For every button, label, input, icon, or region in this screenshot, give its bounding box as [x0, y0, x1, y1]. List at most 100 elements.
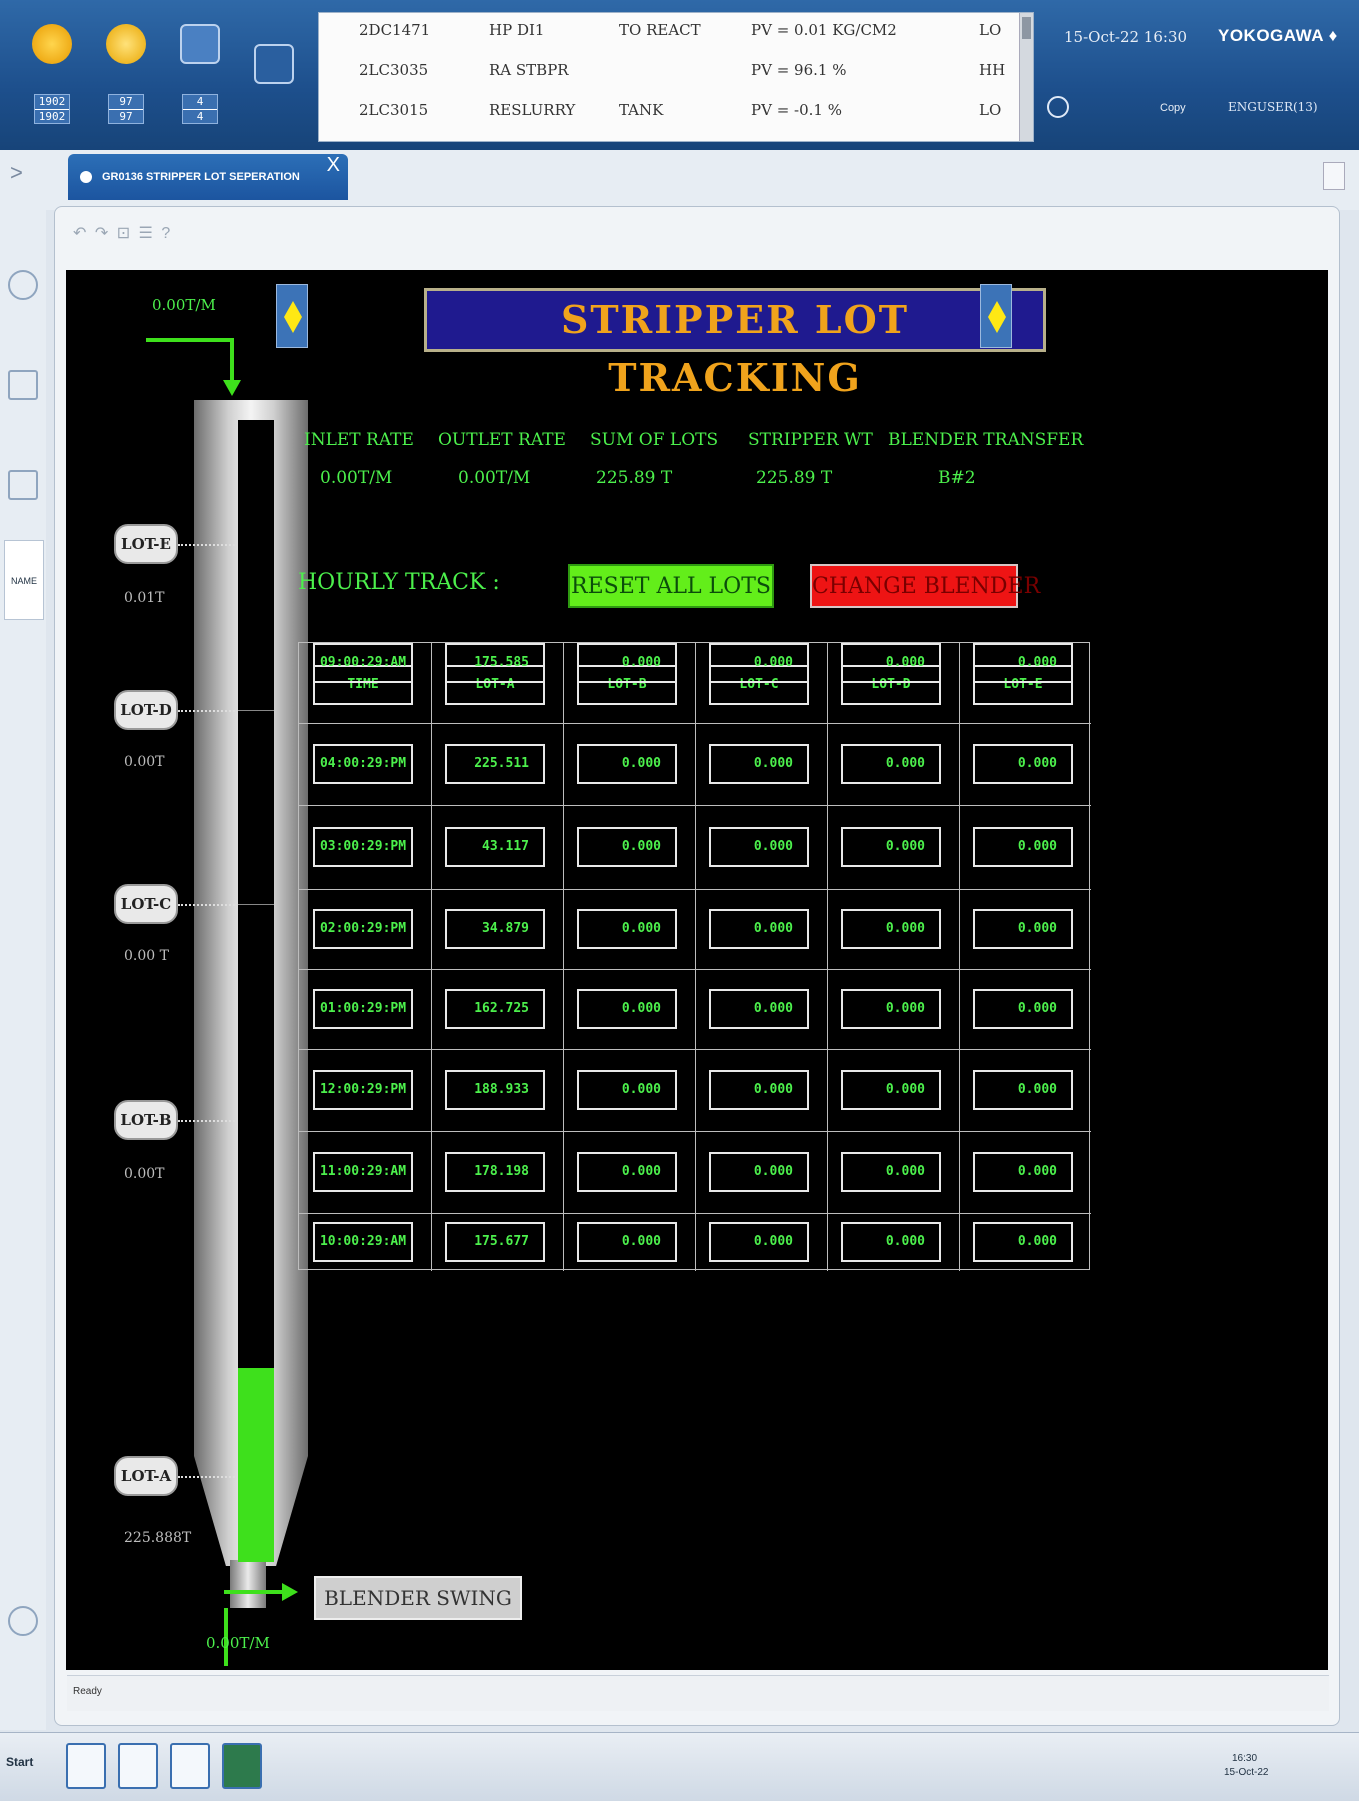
alarm-row[interactable]: 2DC1471 HP DI1 TO REACT PV = 0.01 KG/CM2… — [319, 21, 1019, 53]
process-alarm-button[interactable]: 1902 1902 — [28, 18, 76, 143]
nav-left-button[interactable] — [276, 284, 308, 348]
taskbar-app-icon[interactable] — [66, 1743, 106, 1789]
table-value-cell[interactable]: 34.879 — [445, 909, 545, 949]
alarm-scrollbar[interactable] — [1019, 13, 1033, 141]
grid-icon[interactable] — [8, 470, 38, 500]
table-value-cell[interactable]: 0.000 — [709, 643, 809, 683]
table-value-cell[interactable]: 0.000 — [709, 909, 809, 949]
table-value-cell[interactable]: 0.000 — [973, 909, 1073, 949]
blender-transfer-value: B#2 — [938, 468, 976, 488]
change-blender-button[interactable]: CHANGE BLENDER — [810, 564, 1040, 608]
inflow-pipe-vertical — [230, 338, 234, 382]
refresh-icon[interactable] — [8, 1606, 38, 1636]
lot-a-tag[interactable]: LOT-A — [114, 1456, 178, 1496]
table-value-cell[interactable]: 188.933 — [445, 1070, 545, 1110]
lot-b-tag[interactable]: LOT-B — [114, 1100, 178, 1140]
tab-menu-button[interactable] — [1323, 162, 1345, 190]
table-value-cell[interactable]: 0.000 — [709, 989, 809, 1029]
lot-c-tag[interactable]: LOT-C — [114, 884, 178, 924]
lot-leader — [178, 1476, 238, 1478]
table-value-cell[interactable]: 0.000 — [709, 1152, 809, 1192]
lot-e-tag[interactable]: LOT-E — [114, 524, 178, 564]
table-value-cell[interactable]: 175.585 — [445, 643, 545, 683]
tab-status-icon — [80, 171, 92, 183]
message-button[interactable] — [250, 18, 298, 143]
reset-all-lots-button[interactable]: RESET ALL LOTS — [568, 564, 774, 608]
operator-guide-button[interactable]: 4 4 — [176, 18, 224, 143]
status-bar: Ready — [67, 1675, 1329, 1711]
alarm-row[interactable]: 2LC3015 RESLURRY TANK PV = -0.1 % LO — [319, 101, 1019, 133]
tab-stripper-lot[interactable]: GR0136 STRIPPER LOT SEPERATION X — [68, 154, 348, 200]
taskbar-app-icon[interactable] — [118, 1743, 158, 1789]
trend-icon[interactable] — [8, 370, 38, 400]
close-icon[interactable]: X — [327, 154, 340, 177]
outflow-rate-label: 0.00T/M — [206, 1634, 270, 1652]
sum-of-lots-header: SUM OF LOTS — [590, 430, 719, 450]
table-value-cell[interactable]: 0.000 — [577, 1222, 677, 1262]
table-value-cell[interactable]: 0.000 — [973, 1222, 1073, 1262]
settings-icon[interactable] — [1047, 96, 1069, 118]
name-button[interactable]: NAME — [4, 540, 44, 620]
nav-right-button[interactable] — [980, 284, 1012, 348]
clock: 15-Oct-22 16:30 — [1064, 28, 1188, 46]
alarm-row[interactable]: 2LC3035 RA STBPR PV = 96.1 % HH — [319, 61, 1019, 93]
table-value-cell[interactable]: 0.000 — [577, 643, 677, 683]
copy-button[interactable]: Copy — [1160, 102, 1186, 114]
table-value-cell[interactable]: 0.000 — [709, 1222, 809, 1262]
lot-leader — [178, 1120, 238, 1122]
brand-logo: YOKOGAWA ♦ — [1218, 26, 1338, 45]
table-value-cell[interactable]: 0.000 — [841, 1152, 941, 1192]
user-label[interactable]: ENGUSER(13) — [1228, 100, 1318, 114]
lot-d-tag[interactable]: LOT-D — [114, 690, 178, 730]
table-value-cell[interactable]: 0.000 — [709, 1070, 809, 1110]
table-value-cell[interactable]: 0.000 — [577, 744, 677, 784]
table-value-cell[interactable]: 0.000 — [841, 1070, 941, 1110]
blender-swing-button[interactable]: BLENDER SWING — [314, 1576, 522, 1620]
table-value-cell[interactable]: 0.000 — [577, 1070, 677, 1110]
table-value-cell[interactable]: 0.000 — [709, 827, 809, 867]
table-grid-line — [299, 969, 1091, 970]
table-value-cell[interactable]: 0.000 — [973, 1152, 1073, 1192]
scroll-thumb[interactable] — [1022, 17, 1031, 39]
process-alarm-icon — [32, 24, 72, 64]
table-value-cell[interactable]: 178.198 — [445, 1152, 545, 1192]
operator-guide-icon — [180, 24, 220, 64]
taskbar-app-icon[interactable] — [170, 1743, 210, 1789]
table-time-cell: 04:00:29:PM — [313, 744, 413, 784]
chevron-right-icon[interactable]: > — [10, 160, 23, 186]
taskbar-app-icon[interactable] — [222, 1743, 262, 1789]
taskbar: Start 16:30 15-Oct-22 — [0, 1732, 1359, 1801]
table-value-cell[interactable]: 0.000 — [973, 827, 1073, 867]
start-button[interactable]: Start — [6, 1755, 33, 1769]
alarm-banner[interactable]: 2DC1471 HP DI1 TO REACT PV = 0.01 KG/CM2… — [318, 12, 1034, 142]
table-value-cell[interactable]: 0.000 — [709, 744, 809, 784]
table-value-cell[interactable]: 0.000 — [841, 909, 941, 949]
table-value-cell[interactable]: 0.000 — [973, 744, 1073, 784]
lot-c-weight: 0.00 T — [124, 948, 169, 964]
table-value-cell[interactable]: 0.000 — [577, 1152, 677, 1192]
table-value-cell[interactable]: 0.000 — [841, 989, 941, 1029]
table-value-cell[interactable]: 0.000 — [841, 827, 941, 867]
window-toolbar[interactable]: ↶ ↷ ⊡ ☰ ? — [73, 223, 172, 243]
table-value-cell[interactable]: 162.725 — [445, 989, 545, 1029]
table-value-cell[interactable]: 0.000 — [577, 827, 677, 867]
table-value-cell[interactable]: 0.000 — [841, 1222, 941, 1262]
message-icon — [254, 44, 294, 84]
table-grid-line — [827, 643, 828, 1271]
system-alarm-button[interactable]: 97 97 — [102, 18, 150, 143]
table-value-cell[interactable]: 0.000 — [973, 643, 1073, 683]
table-value-cell[interactable]: 0.000 — [577, 989, 677, 1029]
table-grid-line — [299, 1131, 1091, 1132]
crosshair-icon[interactable] — [8, 270, 38, 300]
table-value-cell[interactable]: 0.000 — [841, 643, 941, 683]
table-value-cell[interactable]: 225.511 — [445, 744, 545, 784]
table-value-cell[interactable]: 43.117 — [445, 827, 545, 867]
table-value-cell[interactable]: 0.000 — [577, 909, 677, 949]
table-value-cell[interactable]: 0.000 — [973, 989, 1073, 1029]
table-value-cell[interactable]: 0.000 — [973, 1070, 1073, 1110]
lot-divider — [238, 710, 274, 711]
table-time-cell: 01:00:29:PM — [313, 989, 413, 1029]
table-value-cell[interactable]: 175.677 — [445, 1222, 545, 1262]
vessel-nozzle — [230, 1560, 266, 1608]
table-value-cell[interactable]: 0.000 — [841, 744, 941, 784]
